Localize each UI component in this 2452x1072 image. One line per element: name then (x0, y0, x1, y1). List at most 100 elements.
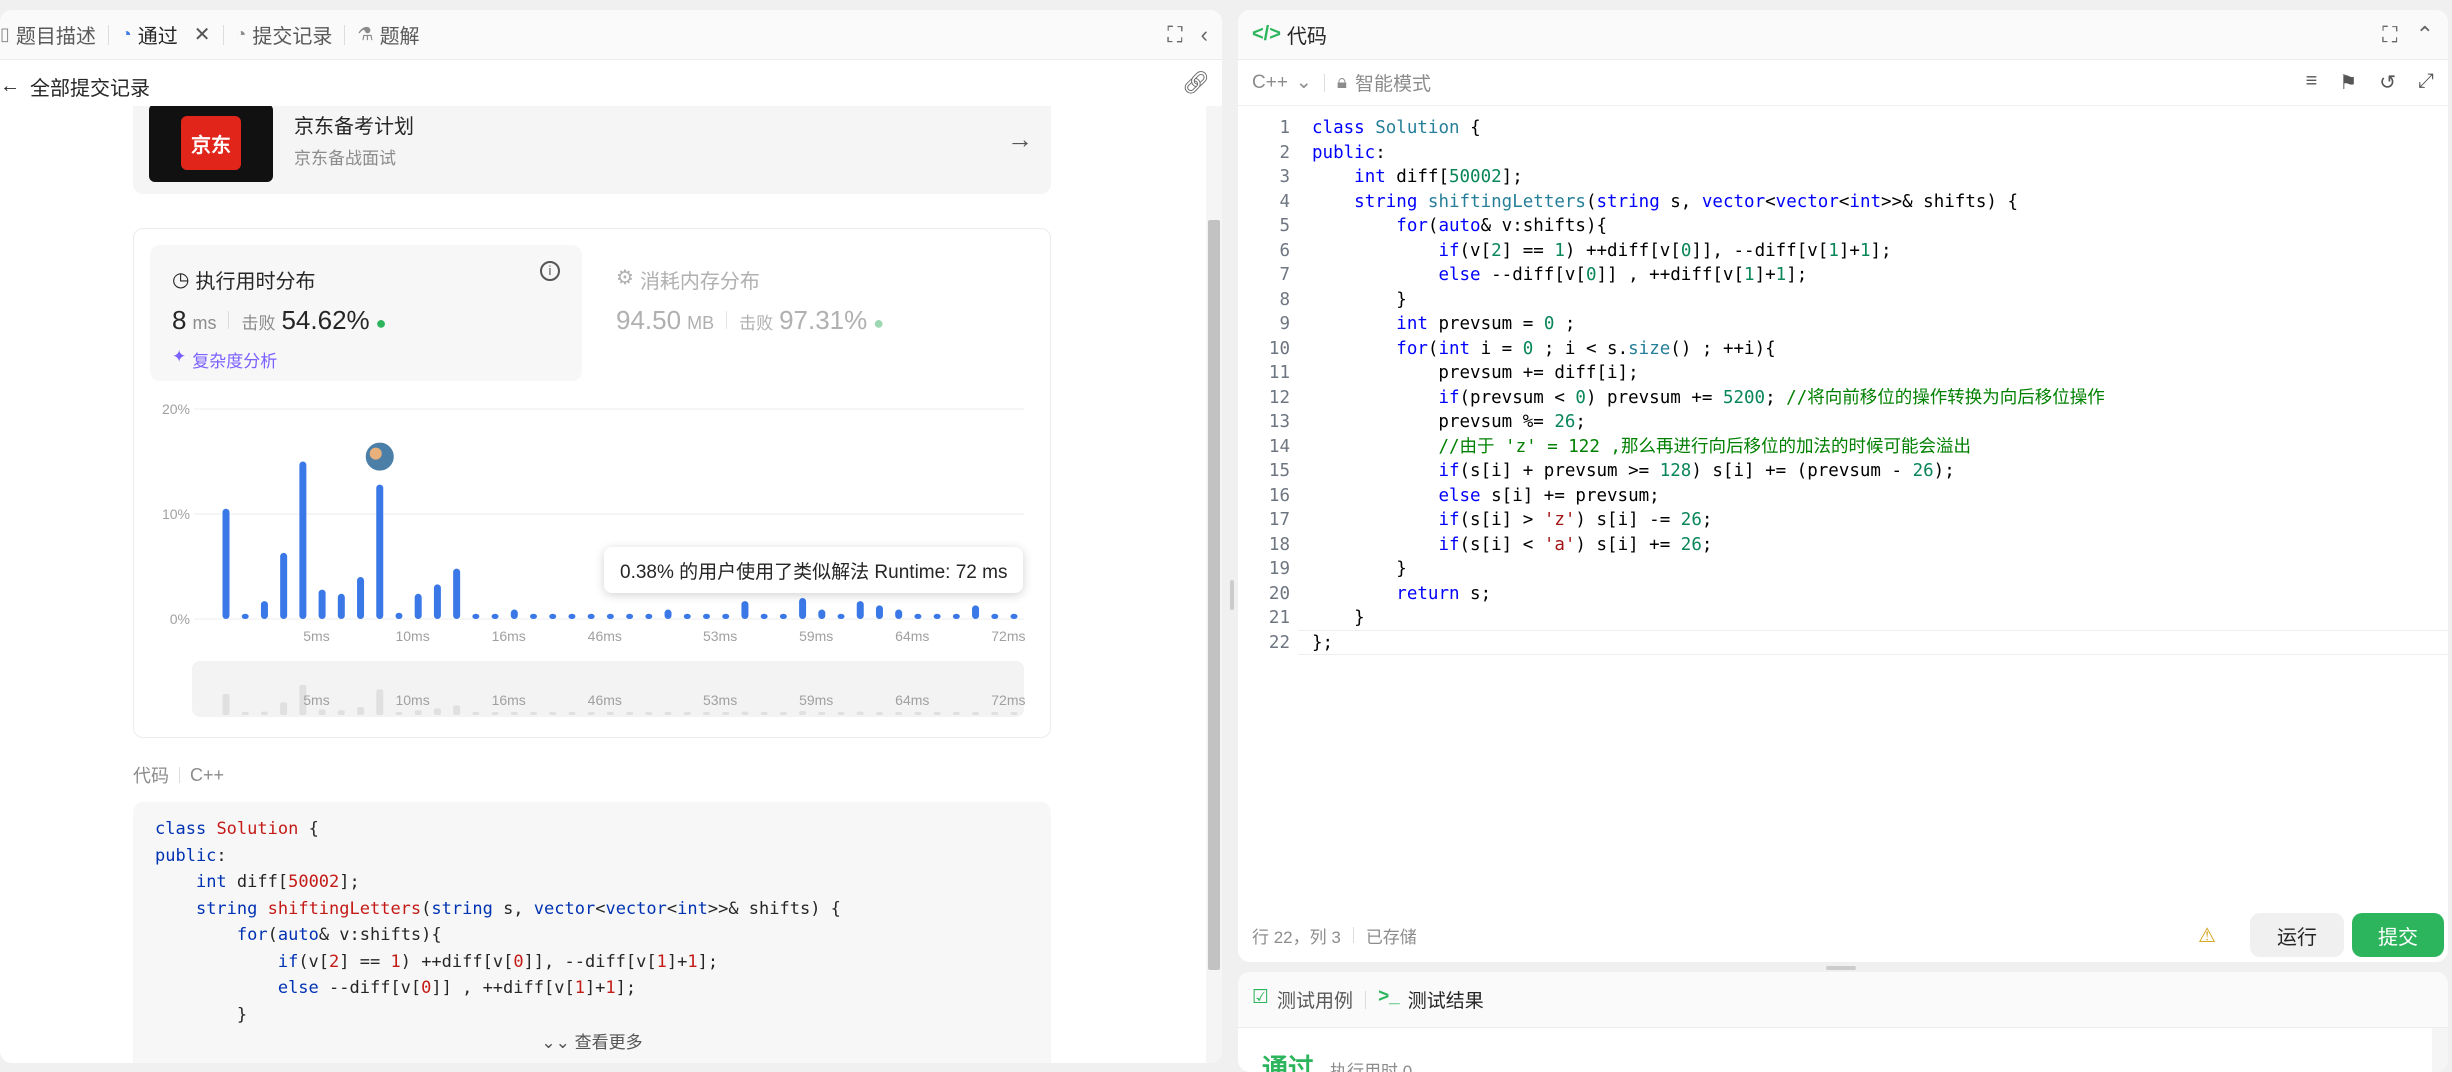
bar[interactable] (760, 613, 768, 619)
bar[interactable] (491, 613, 499, 619)
run-button[interactable]: 运行 (2250, 913, 2344, 957)
runtime-card[interactable]: ◷ 执行用时分布 i 8 ms 击败 54.62% ● ✦ 复杂度分析 (150, 245, 582, 381)
bar[interactable] (799, 598, 807, 619)
tab-submissions[interactable]: ◔ 提交记录 (226, 10, 343, 60)
bar[interactable] (1010, 613, 1018, 619)
tab-code[interactable]: </> 代码 (1238, 10, 1337, 60)
back-label: 全部提交记录 (30, 77, 150, 100)
tab-description[interactable]: ▯ 题目描述 (0, 10, 106, 60)
bar[interactable] (972, 605, 980, 619)
description-icon: ▯ (0, 24, 10, 44)
bar[interactable] (626, 613, 634, 619)
bookmark-icon[interactable]: ⚑ (2339, 70, 2357, 95)
bar[interactable] (241, 613, 249, 619)
maximize-icon[interactable]: ⛶ (1167, 22, 1182, 48)
reset-icon[interactable]: ↺ (2379, 70, 2396, 95)
chevron-up-icon[interactable]: ⌃ (2416, 22, 2434, 48)
promo-card[interactable]: 京东 京东备考计划 京东备战面试 → (133, 106, 1051, 194)
memory-card[interactable]: ⚙ 消耗内存分布 94.50 MB 击败 97.31% ● (600, 245, 1030, 381)
memory-beat: 97.31% (779, 305, 868, 335)
fullscreen-icon[interactable]: ⤢ (2418, 70, 2434, 95)
bar[interactable] (606, 613, 614, 619)
overview-bar (530, 712, 538, 715)
debug-icon[interactable]: ⚠ (2198, 923, 2216, 948)
bar[interactable] (856, 601, 864, 619)
lock-icon: 🔒︎ (1336, 71, 1347, 93)
horizontal-splitter[interactable] (1826, 966, 1856, 970)
bar[interactable] (222, 508, 230, 619)
chart-tooltip: 0.38% 的用户使用了类似解法 Runtime: 72 ms (604, 547, 1024, 593)
bar[interactable] (357, 577, 365, 619)
bar[interactable] (587, 613, 595, 619)
bar[interactable] (664, 609, 672, 619)
bar[interactable] (376, 484, 384, 619)
bar[interactable] (837, 613, 845, 619)
overview-bar (856, 711, 864, 715)
language-select[interactable]: C++ ⌄ (1252, 71, 1312, 94)
code-icon: </> (1252, 23, 1281, 45)
x-tick-label: 53ms (703, 628, 737, 644)
smart-mode[interactable]: 🔒︎ 智能模式 (1337, 69, 1431, 96)
overview-brush[interactable] (192, 661, 1024, 717)
bar[interactable] (472, 613, 480, 619)
collapse-icon[interactable]: ‹ (1201, 22, 1208, 48)
code-editor[interactable]: 1 2 3 4 5 6 7 8 9 10 11 12 13 14 15 16 1… (1238, 116, 2448, 916)
overview-bar (760, 712, 768, 715)
bar[interactable] (645, 613, 653, 619)
show-more[interactable]: ⌄⌄ 查看更多 (133, 1028, 1051, 1053)
bar[interactable] (433, 584, 441, 619)
chevrons-down-icon: ⌄⌄ (541, 1033, 570, 1052)
overview-bar (280, 702, 288, 715)
bar[interactable] (568, 613, 576, 619)
overview-bar (568, 712, 576, 715)
bar[interactable] (779, 613, 787, 619)
bar[interactable] (741, 601, 749, 619)
complexity-link[interactable]: ✦ 复杂度分析 (172, 347, 277, 372)
overview-bar (241, 712, 249, 715)
format-icon[interactable]: ≡ (2306, 70, 2318, 95)
tab-solutions[interactable]: ⚗ 题解 (347, 10, 429, 60)
link-icon[interactable]: 🔗︎ (1182, 70, 1210, 96)
bar[interactable] (530, 613, 538, 619)
bar[interactable] (280, 552, 288, 619)
bar[interactable] (299, 461, 307, 620)
bar[interactable] (818, 609, 826, 619)
overview-tick-label: 59ms (799, 692, 833, 708)
results-scrollbar[interactable] (2432, 1028, 2448, 1072)
submit-button[interactable]: 提交 (2352, 913, 2444, 957)
tab-accepted[interactable]: ◔ 通过 ✕ (111, 10, 221, 60)
chip-icon: ⚙ (616, 267, 634, 289)
avatar-face (369, 447, 382, 460)
y-tick-label: 10% (162, 506, 190, 522)
bar[interactable] (549, 613, 557, 619)
left-scrollbar[interactable] (1206, 106, 1222, 1063)
bar[interactable] (337, 593, 345, 619)
bar[interactable] (952, 613, 960, 619)
vertical-splitter[interactable] (1230, 580, 1234, 610)
bar[interactable] (395, 612, 403, 619)
bar[interactable] (933, 613, 941, 619)
maximize-icon[interactable]: ⛶ (2382, 22, 2397, 48)
sparkle-icon: ✦ (172, 347, 187, 366)
bar[interactable] (702, 613, 710, 619)
bar[interactable] (895, 609, 903, 619)
close-icon[interactable]: ✕ (194, 22, 211, 47)
tab-results[interactable]: >_ 测试结果 (1378, 986, 1484, 1013)
back-row[interactable]: ← 全部提交记录 (0, 68, 150, 104)
bar[interactable] (991, 613, 999, 619)
overview-bar (606, 712, 614, 715)
overview-bar (895, 712, 903, 715)
info-icon[interactable]: i (540, 261, 560, 281)
bar[interactable] (722, 613, 730, 619)
tab-testcases[interactable]: ☑ 测试用例 (1252, 986, 1353, 1013)
bar[interactable] (453, 568, 461, 619)
overview-bar (664, 712, 672, 715)
bar[interactable] (875, 605, 883, 619)
bar[interactable] (414, 593, 422, 619)
bar[interactable] (683, 613, 691, 619)
x-tick-label: 16ms (492, 628, 526, 644)
bar[interactable] (510, 609, 518, 619)
bar[interactable] (260, 601, 268, 619)
bar[interactable] (914, 613, 922, 619)
bar[interactable] (318, 589, 326, 619)
